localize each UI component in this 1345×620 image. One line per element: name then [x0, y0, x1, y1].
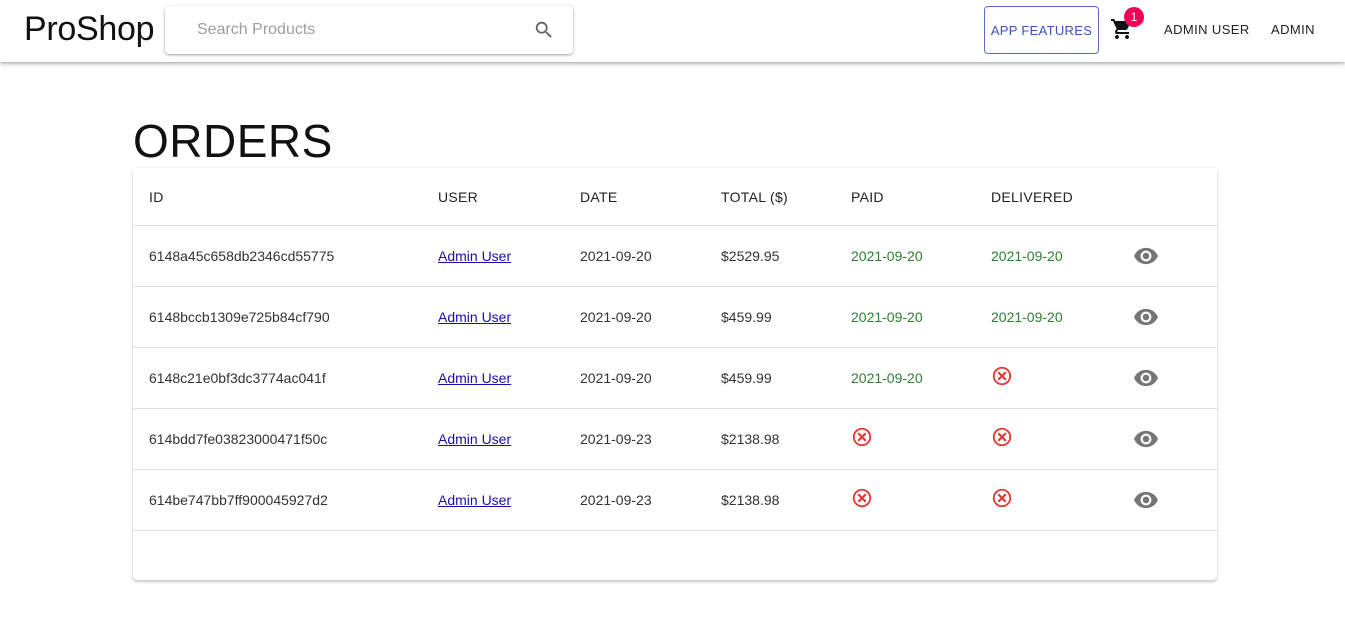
- cancel-circle-icon: [851, 426, 873, 448]
- order-user-link[interactable]: Admin User: [438, 431, 511, 447]
- page-title: ORDERS: [133, 115, 333, 167]
- column-header-id: ID: [133, 168, 422, 226]
- order-total: $2138.98: [721, 430, 780, 447]
- order-id: 614bdd7fe03823000471f50c: [149, 430, 328, 447]
- view-order-button[interactable]: [1133, 365, 1159, 391]
- orders-table-card: ID USER DATE TOTAL ($) PAID DELIVERED 61…: [133, 168, 1217, 580]
- cancel-circle-icon: [851, 487, 873, 509]
- order-id: 6148a45c658db2346cd55775: [149, 247, 335, 264]
- user-menu-button[interactable]: ADMIN USER: [1164, 22, 1250, 37]
- order-date: 2021-09-20: [580, 308, 652, 325]
- order-total: $459.99: [721, 369, 772, 386]
- order-id: 614be747bb7ff900045927d2: [149, 491, 328, 508]
- brand-logo[interactable]: ProShop: [24, 10, 155, 49]
- table-row: 614be747bb7ff900045927d2 Admin User 2021-0…: [133, 469, 1217, 531]
- order-user-link[interactable]: Admin User: [438, 248, 511, 264]
- column-header-date: DATE: [564, 168, 705, 226]
- order-id: 6148c21e0bf3dc3774ac041f: [149, 369, 326, 386]
- cancel-circle-icon: [991, 487, 1013, 509]
- app-features-button[interactable]: APP FEATURES: [984, 6, 1099, 54]
- orders-table: ID USER DATE TOTAL ($) PAID DELIVERED 61…: [133, 168, 1217, 580]
- order-date: 2021-09-20: [580, 369, 652, 386]
- search-input[interactable]: [165, 6, 525, 54]
- view-order-button[interactable]: [1133, 487, 1159, 513]
- cancel-circle-icon: [991, 426, 1013, 448]
- order-date: 2021-09-23: [580, 491, 652, 508]
- view-order-button[interactable]: [1133, 426, 1159, 452]
- table-row: 614bdd7fe03823000471f50c Admin User 2021-0…: [133, 408, 1217, 470]
- column-header-total: TOTAL ($): [705, 168, 835, 226]
- eye-icon: [1133, 369, 1159, 394]
- order-paid-date: 2021-09-20: [851, 247, 923, 264]
- eye-icon: [1133, 247, 1159, 272]
- column-header-user: USER: [422, 168, 564, 226]
- view-order-button[interactable]: [1133, 243, 1159, 269]
- eye-icon: [1133, 308, 1159, 333]
- order-delivered-date: 2021-09-20: [991, 308, 1063, 325]
- order-date: 2021-09-23: [580, 430, 652, 447]
- admin-menu-button[interactable]: ADMIN: [1271, 22, 1315, 37]
- column-header-delivered: DELIVERED: [975, 168, 1115, 226]
- column-header-actions: [1115, 168, 1217, 226]
- table-spacer-row: [133, 530, 1217, 580]
- column-header-paid: PAID: [835, 168, 975, 226]
- search-box: [165, 6, 573, 54]
- order-delivered-date: 2021-09-20: [991, 247, 1063, 264]
- app-bar: ProShop APP FEATURES 1 ADMIN USER ADMIN: [0, 0, 1345, 62]
- search-icon: [535, 21, 552, 38]
- eye-icon: [1133, 491, 1159, 516]
- cancel-circle-icon: [991, 365, 1013, 387]
- table-row: 6148bccb1309e725b84cf790 Admin User 2021-0…: [133, 286, 1217, 348]
- order-user-link[interactable]: Admin User: [438, 492, 511, 508]
- cart-button[interactable]: 1: [1110, 7, 1144, 43]
- order-user-link[interactable]: Admin User: [438, 309, 511, 325]
- order-date: 2021-09-20: [580, 247, 652, 264]
- order-total: $2138.98: [721, 491, 780, 508]
- eye-icon: [1133, 430, 1159, 455]
- table-header-row: ID USER DATE TOTAL ($) PAID DELIVERED: [133, 168, 1217, 226]
- order-paid-date: 2021-09-20: [851, 308, 923, 325]
- table-row: 6148a45c658db2346cd55775 Admin User 2021-0…: [133, 225, 1217, 287]
- order-id: 6148bccb1309e725b84cf790: [149, 308, 330, 325]
- cart-count-badge: 1: [1124, 7, 1144, 27]
- search-button[interactable]: [529, 15, 559, 45]
- order-total: $459.99: [721, 308, 772, 325]
- view-order-button[interactable]: [1133, 304, 1159, 330]
- table-row: 6148c21e0bf3dc3774ac041f Admin User 2021-0…: [133, 347, 1217, 409]
- order-paid-date: 2021-09-20: [851, 369, 923, 386]
- order-user-link[interactable]: Admin User: [438, 370, 511, 386]
- orders-table-body: 6148a45c658db2346cd55775 Admin User 2021-0…: [133, 225, 1217, 531]
- order-total: $2529.95: [721, 247, 780, 264]
